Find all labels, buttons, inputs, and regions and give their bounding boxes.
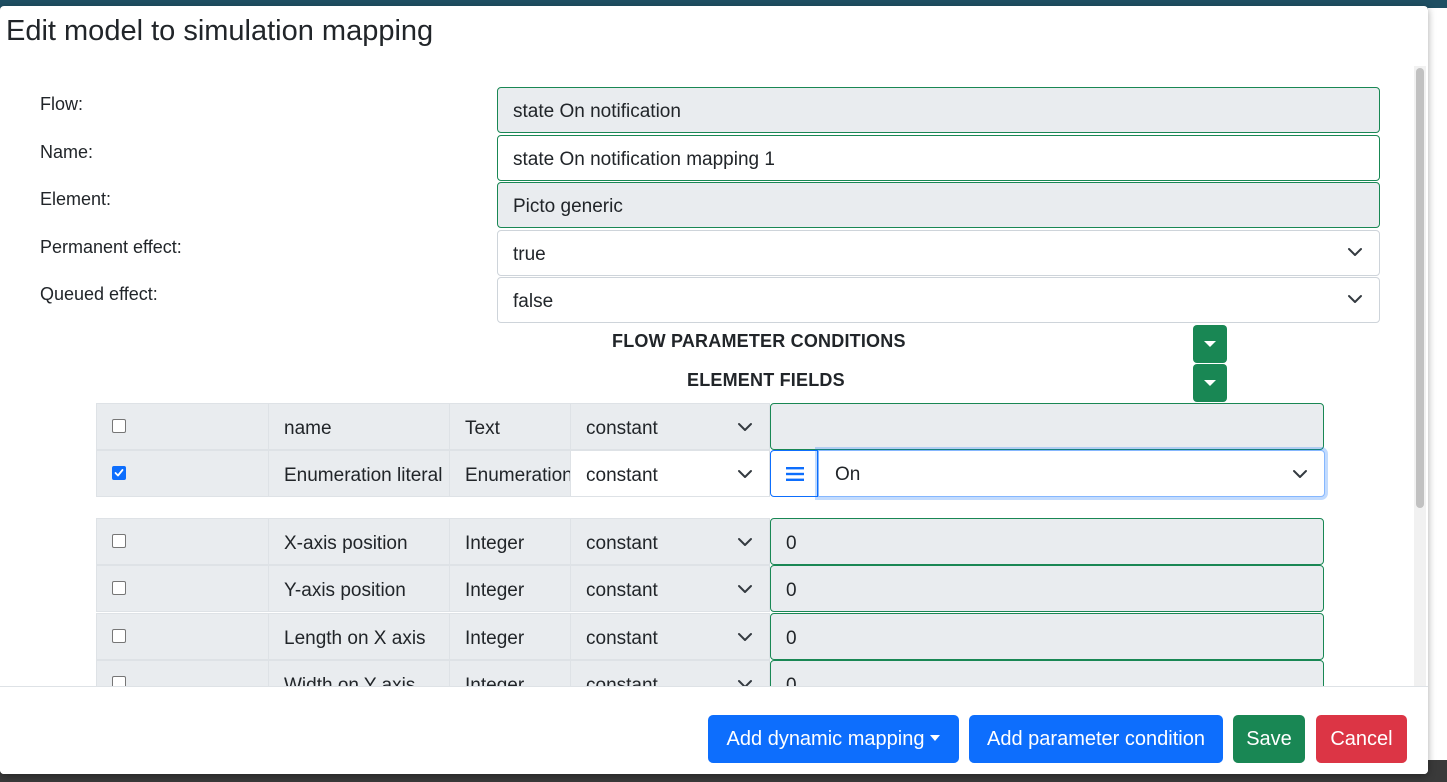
table-row: name Text constant bbox=[96, 403, 1325, 450]
element-value: Picto generic bbox=[513, 196, 623, 217]
flow-parameter-conditions-heading: FLOW PARAMETER CONDITIONS bbox=[612, 331, 906, 351]
caret-down-icon bbox=[930, 735, 941, 741]
permanent-effect-label: Permanent effect: bbox=[40, 237, 182, 257]
check-icon bbox=[114, 469, 124, 477]
field-type: Integer bbox=[449, 518, 571, 565]
row-check-cell bbox=[96, 518, 269, 565]
field-name: Y-axis position bbox=[268, 565, 450, 612]
field-source-select[interactable]: constant bbox=[570, 613, 770, 660]
dialog-title: Edit model to simulation mapping bbox=[6, 15, 434, 47]
row-checkbox[interactable] bbox=[112, 676, 126, 686]
field-value: 0 bbox=[786, 675, 797, 686]
row-check-cell bbox=[96, 565, 269, 612]
dialog-footer: Add dynamic mapping Add parameter condit… bbox=[0, 686, 1428, 774]
name-label: Name: bbox=[40, 142, 94, 162]
dialog-body: Flow: Name: Element: Permanent effect: Q… bbox=[0, 64, 1428, 686]
flow-value: state On notification bbox=[513, 101, 681, 122]
field-type: Integer bbox=[449, 660, 571, 686]
add-dynamic-mapping-button[interactable]: Add dynamic mapping bbox=[708, 715, 959, 763]
row-check-cell bbox=[96, 613, 269, 660]
field-value: 0 bbox=[786, 580, 797, 601]
field-type: Enumeration bbox=[449, 450, 571, 497]
field-type: Integer bbox=[449, 565, 571, 612]
table-row: Width on Y axis Integer constant 0 bbox=[96, 660, 1325, 686]
chevron-down-icon bbox=[1348, 295, 1362, 303]
field-source-value: constant bbox=[586, 533, 658, 554]
enumeration-literal-value: On bbox=[835, 464, 861, 485]
caret-down-icon bbox=[1204, 380, 1216, 386]
element-field: Picto generic bbox=[497, 182, 1380, 228]
add-parameter-condition-button[interactable]: Add parameter condition bbox=[969, 715, 1223, 763]
field-value-input[interactable]: 0 bbox=[770, 518, 1324, 565]
row-checkbox[interactable] bbox=[112, 419, 126, 433]
field-name: X-axis position bbox=[268, 518, 450, 565]
enumeration-literal-select[interactable]: On bbox=[818, 450, 1325, 497]
field-source-value: constant bbox=[586, 418, 658, 439]
chevron-down-icon bbox=[738, 633, 752, 641]
field-source-select[interactable]: constant bbox=[570, 403, 770, 450]
save-button[interactable]: Save bbox=[1233, 715, 1305, 763]
list-icon bbox=[786, 467, 804, 481]
field-type: Text bbox=[449, 403, 571, 450]
field-value-input[interactable] bbox=[770, 403, 1324, 450]
element-label: Element: bbox=[40, 189, 112, 209]
enumeration-list-button[interactable] bbox=[770, 450, 818, 497]
chevron-down-icon bbox=[738, 423, 752, 431]
chevron-down-icon bbox=[738, 538, 752, 546]
field-source-select[interactable]: constant bbox=[570, 660, 770, 686]
row-checkbox[interactable] bbox=[112, 629, 126, 643]
flow-field: state On notification bbox=[497, 87, 1380, 133]
queued-effect-value: false bbox=[513, 291, 554, 312]
field-name: Length on X axis bbox=[268, 613, 450, 660]
field-source-value: constant bbox=[586, 465, 658, 486]
row-checkbox[interactable] bbox=[112, 581, 126, 595]
table-row: Y-axis position Integer constant 0 bbox=[96, 565, 1325, 612]
queued-effect-select[interactable]: false bbox=[497, 277, 1380, 323]
field-source-select[interactable]: constant bbox=[570, 450, 770, 497]
field-value-input[interactable]: 0 bbox=[770, 565, 1324, 612]
field-name: name bbox=[268, 403, 450, 450]
page-background-strip bbox=[1428, 8, 1447, 782]
field-source-select[interactable]: constant bbox=[570, 565, 770, 612]
row-check-cell bbox=[96, 660, 269, 686]
table-row: Enumeration literal Enumeration constant… bbox=[96, 450, 1325, 497]
name-value: state On notification mapping 1 bbox=[513, 149, 775, 170]
row-checkbox-checked[interactable] bbox=[112, 466, 126, 480]
chevron-down-icon bbox=[738, 680, 752, 686]
field-value-input[interactable]: 0 bbox=[770, 613, 1324, 660]
table-row: X-axis position Integer constant 0 bbox=[96, 518, 1325, 565]
field-source-value: constant bbox=[586, 675, 658, 686]
field-source-select[interactable]: constant bbox=[570, 518, 770, 565]
flow-parameter-conditions-toggle[interactable] bbox=[1193, 325, 1227, 363]
field-value: 0 bbox=[786, 628, 797, 649]
field-source-value: constant bbox=[586, 580, 658, 601]
table-row: Length on X axis Integer constant 0 bbox=[96, 613, 1325, 660]
element-fields-heading: ELEMENT FIELDS bbox=[687, 370, 845, 390]
flow-label: Flow: bbox=[40, 94, 84, 114]
add-dynamic-mapping-label: Add dynamic mapping bbox=[726, 728, 925, 750]
field-name: Width on Y axis bbox=[268, 660, 450, 686]
chevron-down-icon bbox=[738, 470, 752, 478]
row-checkbox[interactable] bbox=[112, 534, 126, 548]
caret-down-icon bbox=[1204, 341, 1216, 347]
name-field[interactable]: state On notification mapping 1 bbox=[497, 135, 1380, 181]
cancel-button[interactable]: Cancel bbox=[1316, 715, 1407, 763]
chevron-down-icon bbox=[1293, 470, 1307, 478]
row-check-cell bbox=[96, 403, 269, 450]
row-check-cell bbox=[96, 450, 269, 497]
field-source-value: constant bbox=[586, 628, 658, 649]
edit-mapping-dialog: Edit model to simulation mapping Flow: N… bbox=[0, 6, 1428, 774]
element-fields-toggle[interactable] bbox=[1193, 364, 1227, 402]
field-name: Enumeration literal bbox=[268, 450, 450, 497]
queued-effect-label: Queued effect: bbox=[40, 284, 158, 304]
field-type: Integer bbox=[449, 613, 571, 660]
permanent-effect-value: true bbox=[513, 244, 546, 265]
chevron-down-icon bbox=[738, 585, 752, 593]
permanent-effect-select[interactable]: true bbox=[497, 230, 1380, 276]
chevron-down-icon bbox=[1348, 248, 1362, 256]
field-value: 0 bbox=[786, 533, 797, 554]
field-value-input[interactable]: 0 bbox=[770, 660, 1324, 686]
